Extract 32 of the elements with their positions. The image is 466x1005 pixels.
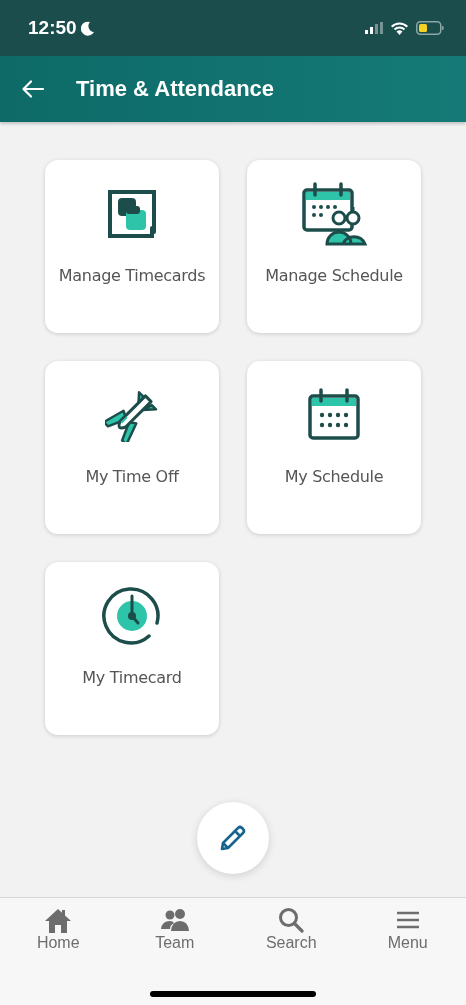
tab-item[interactable]: Team bbox=[116, 906, 233, 952]
wifi-icon bbox=[391, 21, 408, 35]
tab-item[interactable]: Home bbox=[0, 906, 117, 952]
search-icon bbox=[278, 907, 305, 933]
page-title: Time & Attendance bbox=[76, 76, 275, 102]
tile-card[interactable]: Manage Timecards bbox=[45, 160, 219, 333]
tile-label: Manage Schedule bbox=[265, 266, 403, 285]
menu-icon bbox=[395, 911, 420, 929]
tile-card[interactable]: Manage Schedule bbox=[247, 160, 421, 333]
back-arrow-icon bbox=[22, 80, 44, 98]
overlapping-squares-icon bbox=[106, 188, 158, 240]
tile-label: My Schedule bbox=[284, 467, 384, 486]
tile-label: Manage Timecards bbox=[58, 266, 206, 285]
tab-item[interactable]: Search bbox=[233, 906, 350, 952]
edit-button[interactable] bbox=[197, 802, 269, 874]
signal-icon bbox=[365, 22, 383, 34]
people-icon bbox=[159, 909, 190, 931]
tab-item[interactable]: Menu bbox=[349, 906, 466, 952]
moon-icon bbox=[80, 20, 95, 36]
tile-label: My Time Off bbox=[85, 467, 179, 486]
tile-card[interactable]: My Timecard bbox=[45, 562, 219, 735]
clock-time: 12:50 bbox=[28, 17, 77, 39]
battery-icon bbox=[416, 21, 444, 35]
tile-card[interactable]: My Schedule bbox=[247, 361, 421, 534]
calendar-people-icon bbox=[301, 182, 367, 246]
back-button[interactable] bbox=[22, 80, 44, 98]
home-icon bbox=[44, 907, 73, 933]
calendar-icon bbox=[307, 388, 361, 442]
tile-card[interactable]: My Time Off bbox=[45, 361, 219, 534]
clock-icon bbox=[102, 586, 162, 646]
pencil-icon bbox=[218, 823, 248, 853]
tile-label: My Timecard bbox=[82, 668, 182, 687]
